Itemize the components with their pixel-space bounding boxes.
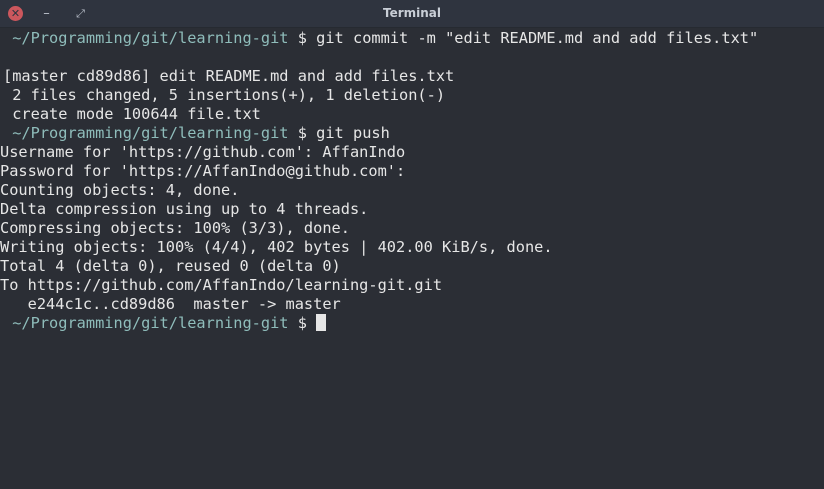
title-bar[interactable]: ✕ – ⤢ Terminal — [0, 0, 824, 28]
output-line: 2 files changed, 5 insertions(+), 1 dele… — [3, 86, 446, 104]
prompt-path: ~/Programming/git/learning-git — [3, 29, 289, 47]
output-line: [master cd89d86] edit README.md and add … — [3, 67, 455, 85]
prompt-symbol: $ — [288, 314, 317, 332]
output-line: Compressing objects: 100% (3/3), done. — [0, 219, 350, 237]
prompt-symbol: $ — [288, 29, 317, 47]
prompt-symbol: $ — [288, 124, 317, 142]
output-line: To https://github.com/AffanIndo/learning… — [0, 276, 443, 294]
output-line: Password for 'https://AffanIndo@github.c… — [0, 162, 406, 180]
prompt-line: ~/Programming/git/learning-git $ — [3, 314, 327, 333]
output-line: Username for 'https://github.com': Affan… — [0, 143, 406, 161]
output-line: Counting objects: 4, done. — [0, 181, 240, 199]
prompt-path: ~/Programming/git/learning-git — [3, 314, 289, 332]
prompt-line: ~/Programming/git/learning-git $ git com… — [3, 29, 758, 48]
terminal-output[interactable]: ~/Programming/git/learning-git $ git com… — [0, 28, 824, 489]
terminal-window: ✕ – ⤢ Terminal ~/Programming/git/learnin… — [0, 0, 824, 489]
text-cursor[interactable] — [316, 314, 327, 331]
output-line: create mode 100644 file.txt — [3, 105, 261, 123]
command-text: git push — [316, 124, 390, 142]
output-line: e244c1c..cd89d86 master -> master — [0, 295, 341, 313]
output-line: Delta compression using up to 4 threads. — [0, 200, 369, 218]
prompt-line: ~/Programming/git/learning-git $ git pus… — [3, 124, 390, 143]
output-line: Total 4 (delta 0), reused 0 (delta 0) — [0, 257, 341, 275]
window-title: Terminal — [382, 6, 442, 20]
prompt-path: ~/Programming/git/learning-git — [3, 124, 289, 142]
output-line: Writing objects: 100% (4/4), 402 bytes |… — [0, 238, 553, 256]
command-text: git commit -m "edit README.md and add fi… — [316, 29, 759, 47]
